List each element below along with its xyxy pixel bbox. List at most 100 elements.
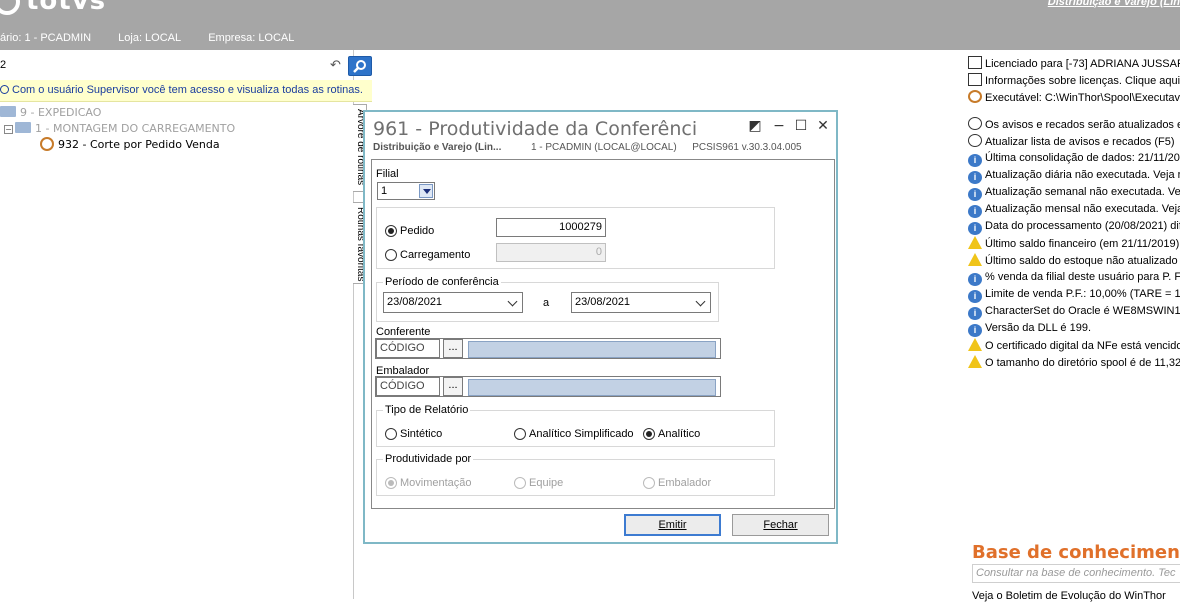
conferente-lookup-button[interactable]: ... bbox=[443, 339, 463, 358]
embalador-radio bbox=[643, 477, 655, 489]
sintetico-label: Sintético bbox=[400, 428, 443, 440]
info-line[interactable]: O certificado digital da NFe está vencid… bbox=[968, 338, 1180, 355]
analitico-simplificado-radio[interactable] bbox=[514, 428, 526, 440]
knowledge-base-search[interactable]: Consultar na base de conhecimento. Tec bbox=[972, 564, 1180, 583]
date-separator: a bbox=[543, 297, 550, 309]
chevron-down-icon bbox=[695, 296, 706, 307]
info-line[interactable]: i Última consolidação de dados: 21/11/20 bbox=[968, 151, 1180, 168]
info-line-text: Atualização semanal não executada. Veja bbox=[985, 186, 1180, 198]
info-line[interactable]: O tamanho do diretório spool é de 11,32 … bbox=[968, 355, 1180, 372]
carregamento-input[interactable]: 0 bbox=[496, 243, 606, 262]
info-icon: i bbox=[968, 205, 982, 218]
spacer[interactable] bbox=[968, 107, 1180, 117]
user-label: ário: 1 - PCADMIN bbox=[0, 32, 92, 44]
edit-icon[interactable]: ◩ bbox=[747, 118, 763, 134]
info-line-text: CharacterSet do Oracle é WE8MSWIN12 bbox=[985, 305, 1180, 317]
routine-icon bbox=[40, 137, 54, 151]
productivity-dialog: 961 - Produtividade da Conferência Distr… bbox=[363, 110, 838, 544]
tree-item-routine-932[interactable]: 932 - Corte por Pedido Venda bbox=[0, 137, 235, 153]
movimentacao-radio bbox=[385, 477, 397, 489]
analitico-radio[interactable] bbox=[643, 428, 655, 440]
info-line[interactable]: i Limite de venda P.F.: 10,00% (TARE = 10 bbox=[968, 287, 1180, 304]
info-line-text: Informações sobre licenças. Clique aqui … bbox=[985, 75, 1180, 87]
bulletin-link[interactable]: Veja o Boletim de Evolução do WinThor bbox=[972, 590, 1166, 602]
warning-icon bbox=[968, 355, 982, 368]
info-line[interactable]: i Atualização diária não executada. Veja … bbox=[968, 168, 1180, 185]
info-line-text: Os avisos e recados serão atualizados en bbox=[985, 119, 1180, 131]
info-line[interactable]: Último saldo do estoque não atualizado (… bbox=[968, 253, 1180, 270]
search-row: ↶ bbox=[0, 56, 372, 76]
filial-label: Filial bbox=[376, 168, 399, 180]
movimentacao-label: Movimentação bbox=[400, 477, 472, 489]
search-button[interactable] bbox=[348, 56, 372, 76]
tree-item-expedicao[interactable]: 9 - EXPEDICAO bbox=[0, 105, 235, 121]
info-line[interactable]: i Atualização semanal não executada. Veja bbox=[968, 185, 1180, 202]
info-line[interactable]: Licenciado para [-73] ADRIANA JUSSAR bbox=[968, 56, 1180, 73]
info-icon: i bbox=[968, 290, 982, 303]
dialog-title: 961 - Produtividade da Conferência bbox=[373, 118, 698, 140]
tipo-relatorio-title: Tipo de Relatório bbox=[383, 404, 471, 416]
info-icon: i bbox=[968, 324, 982, 337]
conferente-name-field bbox=[468, 341, 716, 358]
sintetico-radio[interactable] bbox=[385, 428, 397, 440]
brand-link[interactable]: Distribuição e Varejo (Lin bbox=[1048, 0, 1180, 8]
info-icon: i bbox=[968, 171, 982, 184]
company-label: Empresa: LOCAL bbox=[208, 32, 295, 44]
embalador-name-field bbox=[468, 379, 716, 396]
top-header: totvs Distribuição e Varejo (Lin ário: 1… bbox=[0, 0, 1180, 50]
embalador-code-input[interactable]: CÓDIGO bbox=[376, 377, 440, 396]
magnifier-icon bbox=[353, 60, 366, 73]
pedido-input[interactable]: 1000279 bbox=[496, 218, 606, 237]
search-input[interactable] bbox=[0, 56, 328, 74]
info-line-text: % venda da filial deste usuário para P. … bbox=[985, 271, 1180, 283]
embalador-lookup-button[interactable]: ... bbox=[443, 377, 463, 396]
user-info: ário: 1 - PCADMIN Loja: LOCAL Empresa: L… bbox=[0, 32, 318, 44]
pedido-radio[interactable] bbox=[385, 225, 397, 237]
collapse-icon[interactable]: − bbox=[4, 125, 13, 134]
close-icon[interactable]: ✕ bbox=[815, 118, 831, 134]
info-line[interactable]: Último saldo financeiro (em 21/11/2019) … bbox=[968, 236, 1180, 253]
chevron-down-icon bbox=[507, 296, 518, 307]
info-line-text: Atualização mensal não executada. Veja bbox=[985, 203, 1180, 215]
conferente-label: Conferente bbox=[376, 326, 431, 338]
info-line[interactable]: i% venda da filial deste usuário para P.… bbox=[968, 270, 1180, 287]
info-line[interactable]: i Versão da DLL é 199. bbox=[968, 321, 1180, 338]
totvs-logo: totvs bbox=[0, 0, 106, 16]
minimize-icon[interactable]: − bbox=[771, 118, 787, 134]
info-line[interactable]: Atualizar lista de avisos e recados (F5) bbox=[968, 134, 1180, 151]
license-icon bbox=[968, 56, 982, 69]
info-icon bbox=[0, 85, 9, 94]
maximize-icon[interactable]: ☐ bbox=[793, 118, 809, 134]
info-icon: i bbox=[968, 307, 982, 320]
info-line[interactable]: Os avisos e recados serão atualizados en bbox=[968, 117, 1180, 134]
folder-icon bbox=[0, 106, 16, 117]
dialog-body: Filial 1 Pedido 1000279 Carregamento 0 P… bbox=[371, 159, 835, 509]
info-icon: i bbox=[968, 273, 982, 286]
info-line-text: O certificado digital da NFe está vencid… bbox=[985, 340, 1180, 352]
tree-item-montagem[interactable]: −1 - MONTAGEM DO CARREGAMENTO bbox=[0, 121, 235, 137]
info-line[interactable]: i Data do processamento (20/08/2021) dif bbox=[968, 219, 1180, 236]
info-line[interactable]: Executável: C:\WinThor\Spool\Executav bbox=[968, 90, 1180, 107]
info-line[interactable]: Informações sobre licenças. Clique aqui … bbox=[968, 73, 1180, 90]
periodo-title: Período de conferência bbox=[383, 276, 501, 288]
info-icon: i bbox=[968, 154, 982, 167]
emitir-button[interactable]: Emitir bbox=[624, 514, 721, 536]
info-icon: i bbox=[968, 222, 982, 235]
info-line-text: Executável: C:\WinThor\Spool\Executav bbox=[985, 92, 1180, 104]
conferente-code-input[interactable]: CÓDIGO bbox=[376, 339, 440, 358]
info-line-text: Último saldo do estoque não atualizado (… bbox=[985, 255, 1180, 267]
date-from-picker[interactable]: 23/08/2021 bbox=[383, 292, 523, 313]
carregamento-radio[interactable] bbox=[385, 249, 397, 261]
info-panel: Licenciado para [-73] ADRIANA JUSSAR Info… bbox=[968, 56, 1180, 372]
date-to-picker[interactable]: 23/08/2021 bbox=[571, 292, 711, 313]
warning-icon bbox=[968, 236, 982, 249]
license-icon bbox=[968, 73, 982, 86]
knowledge-base-title: Base de conhecimento bbox=[972, 542, 1180, 563]
info-line[interactable]: i CharacterSet do Oracle é WE8MSWIN12 bbox=[968, 304, 1180, 321]
filial-select[interactable]: 1 bbox=[377, 182, 435, 200]
info-line[interactable]: i Atualização mensal não executada. Veja bbox=[968, 202, 1180, 219]
pedido-label: Pedido bbox=[400, 225, 435, 237]
dropdown-arrow-icon[interactable] bbox=[419, 184, 433, 198]
undo-icon[interactable]: ↶ bbox=[330, 58, 344, 73]
fechar-button[interactable]: Fechar bbox=[732, 514, 829, 536]
